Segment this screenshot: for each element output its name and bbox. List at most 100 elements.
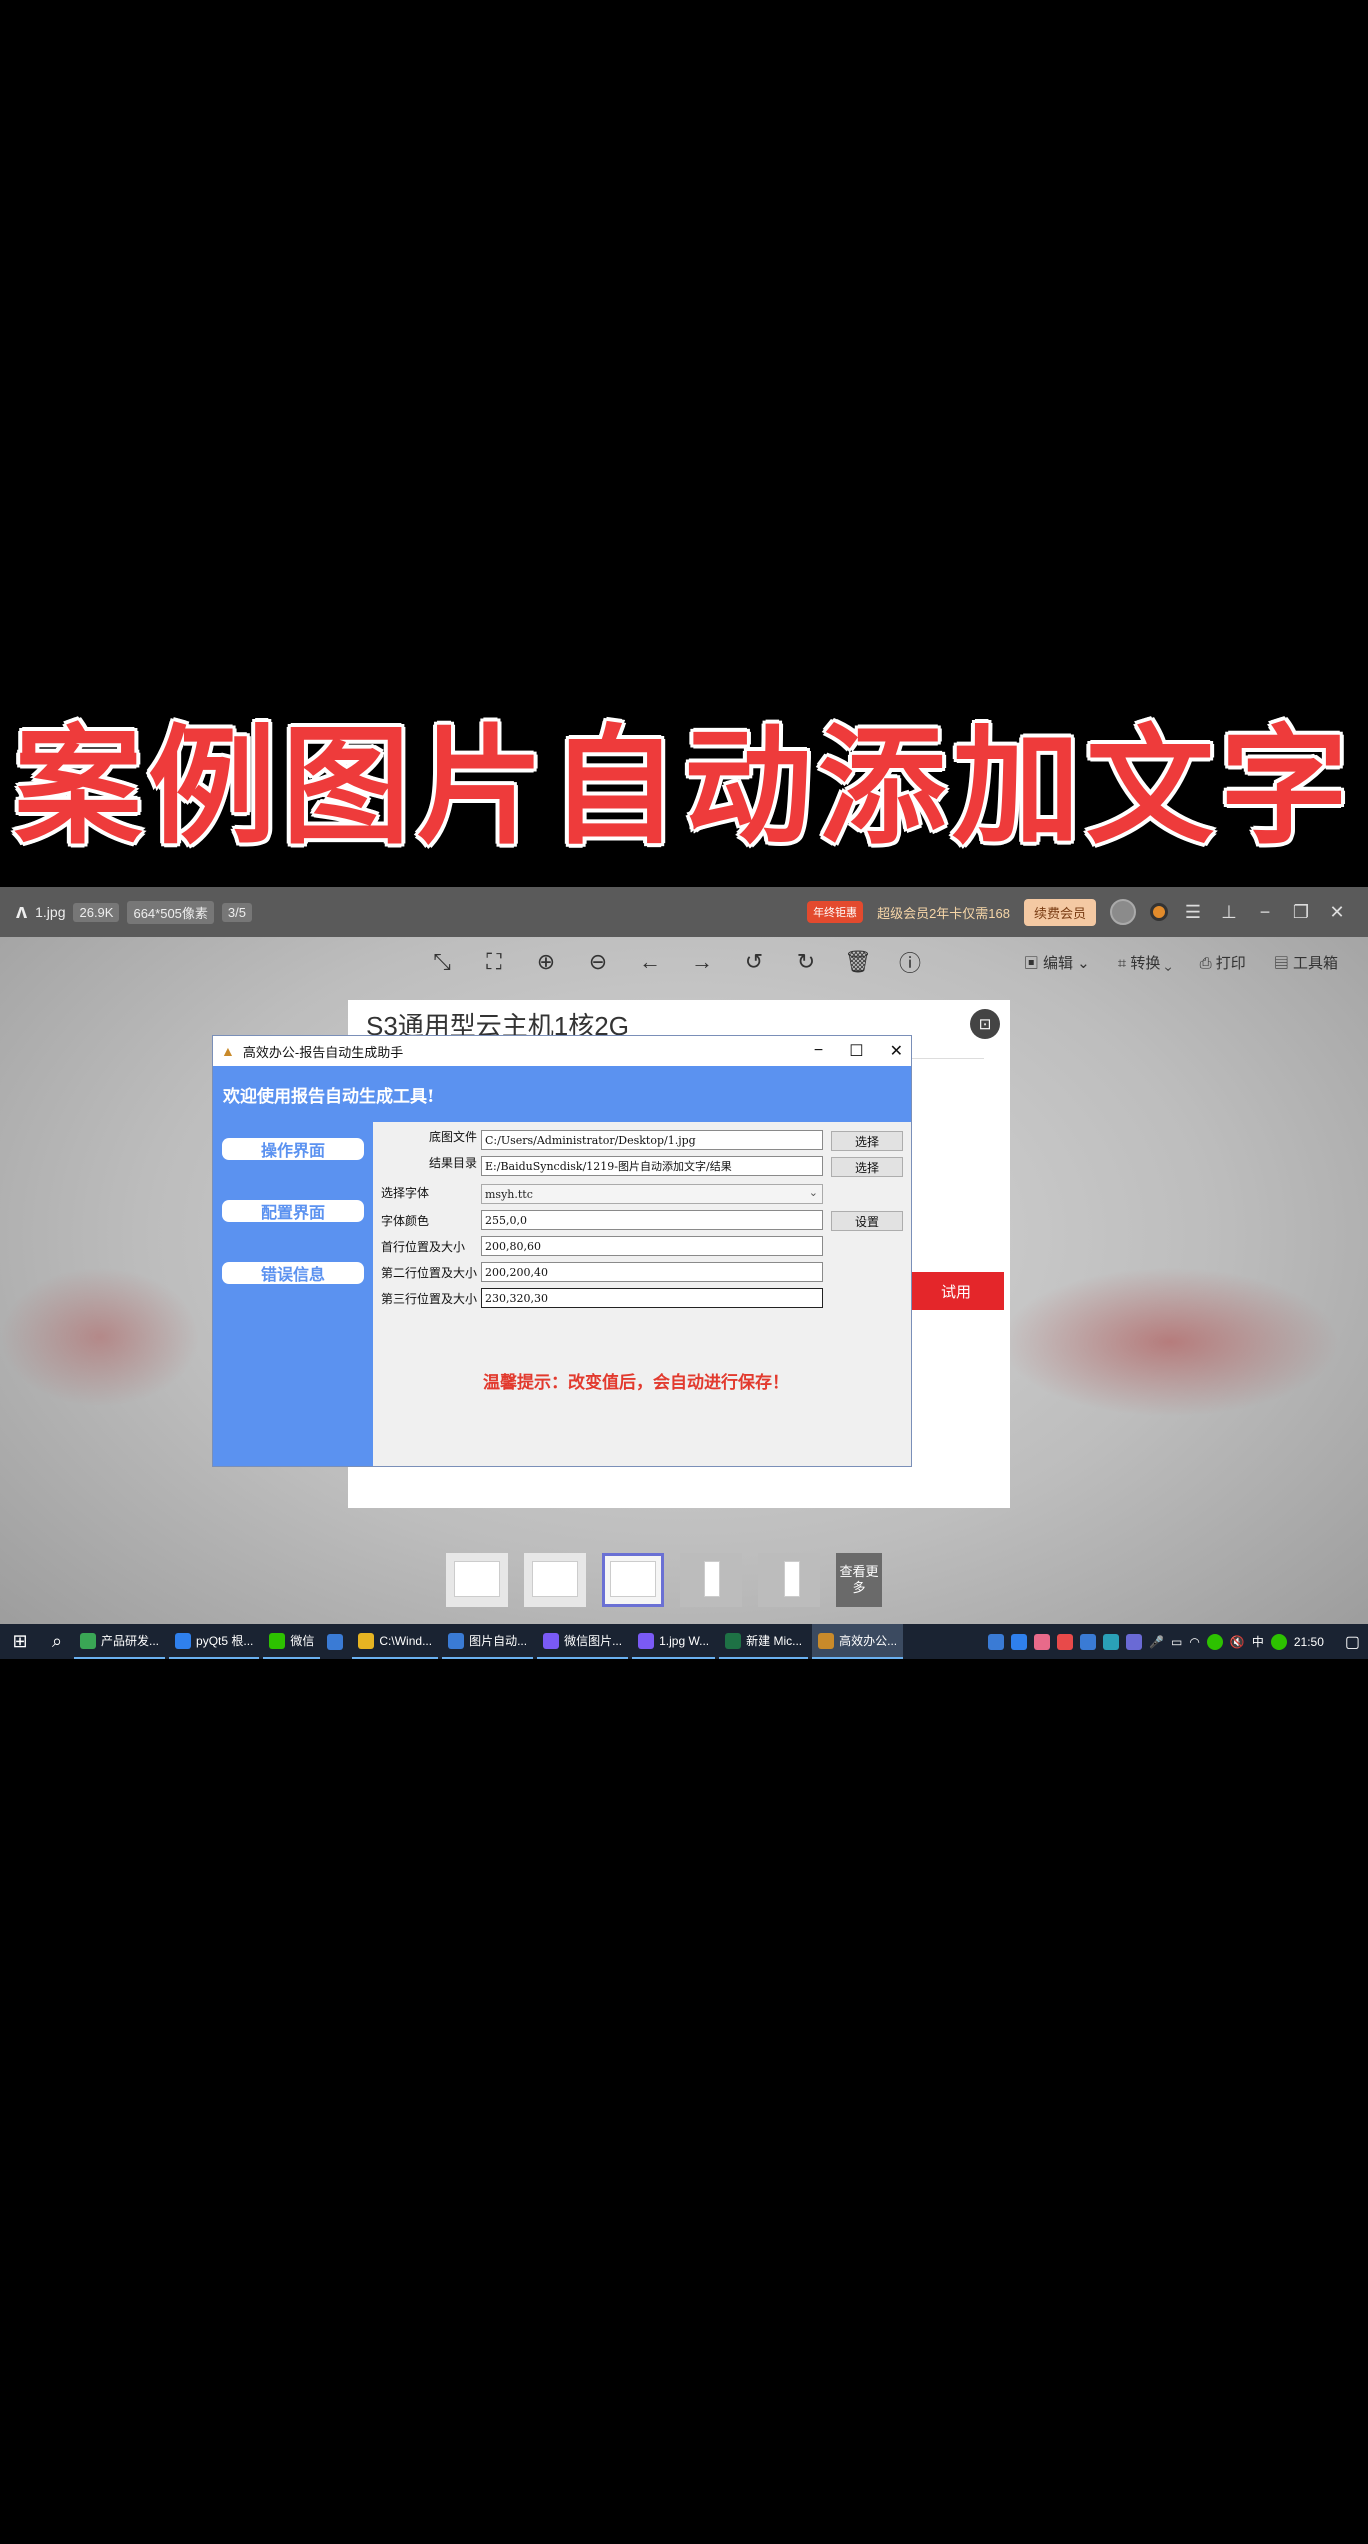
volume-icon[interactable]: 🔇 [1230, 1635, 1245, 1649]
taskbar-app-button[interactable]: 微信图片... [537, 1624, 629, 1659]
fit-window-icon[interactable]: ⛶ [480, 949, 508, 975]
renew-member-button[interactable]: 续费会员 [1023, 898, 1096, 926]
result-dir-field[interactable]: E:/BaiduSyncdisk/1219-图片自动添加文字/结果 [481, 1156, 823, 1176]
line3-field[interactable]: 230,320,30 [481, 1288, 823, 1308]
thumbnail[interactable] [680, 1553, 742, 1607]
search-icon[interactable]: ⌕ [40, 1631, 74, 1652]
toolbox-button[interactable]: ▤ 工具箱 [1274, 952, 1338, 973]
info-icon[interactable]: ⓘ [896, 946, 924, 978]
sidebar-item-errors[interactable]: 错误信息 [222, 1262, 364, 1284]
pin-icon[interactable]: ⊥ [1218, 902, 1240, 923]
thumbnail-selected[interactable] [602, 1553, 664, 1607]
taskbar-app-button[interactable]: 图片自动... [442, 1624, 534, 1659]
close-icon[interactable]: ✕ [1326, 902, 1348, 923]
app-minimize-icon[interactable]: − [814, 1042, 823, 1060]
view-more-button[interactable]: 查看更多 [836, 1553, 882, 1607]
operation-panel: 底图文件 C:/Users/Administrator/Desktop/1.jp… [373, 1122, 911, 1466]
font-color-label: 字体颜色 [381, 1214, 430, 1228]
vip-promo-text[interactable]: 超级会员2年卡仅需168 [877, 903, 1010, 922]
edit-menu[interactable]: ▣ 编辑 ⌄ [1024, 952, 1090, 973]
file-name: 1.jpg [35, 904, 66, 920]
convert-menu[interactable]: ⌗ 转换 ⌄ [1118, 952, 1172, 973]
thumbnail[interactable] [758, 1553, 820, 1607]
app-icon [175, 1632, 192, 1649]
wifi-icon[interactable]: ◠ [1189, 1635, 1199, 1649]
viewer-titlebar: ʌ 1.jpg 26.9K 664*505像素 3/5 年终钜惠 超级会员2年卡… [0, 887, 1368, 937]
taskbar-app-button[interactable]: 产品研发... [74, 1624, 166, 1659]
rotate-right-icon[interactable]: ↻ [792, 949, 820, 975]
font-select[interactable]: msyh.ttc ⌄ [481, 1184, 823, 1204]
notification-center-icon[interactable]: ▢ [1345, 1632, 1360, 1652]
zoom-in-icon[interactable]: ⊕ [532, 949, 560, 975]
line1-field[interactable]: 200,80,60 [481, 1236, 823, 1256]
windows-taskbar: ⊞ ⌕ 产品研发... pyQt5 根... 微信 C:\Wind... 图片自动...… [0, 1624, 1368, 1659]
file-size: 26.9K [73, 902, 120, 922]
pinned-app-icon[interactable] [324, 1624, 346, 1659]
rotate-left-icon[interactable]: ↺ [740, 949, 768, 975]
sidebar-item-config[interactable]: 配置界面 [222, 1200, 364, 1222]
next-icon[interactable]: → [688, 949, 716, 975]
font-color-field[interactable]: 255,0,0 [481, 1210, 823, 1230]
app-icon [725, 1632, 742, 1649]
base-image-select-button[interactable]: 选择 [831, 1131, 903, 1151]
scan-icon[interactable]: ⊡ [970, 1009, 1000, 1039]
restore-icon[interactable]: ❐ [1290, 902, 1312, 923]
base-image-field[interactable]: C:/Users/Administrator/Desktop/1.jpg [481, 1130, 823, 1150]
font-color-set-button[interactable]: 设置 [831, 1211, 903, 1231]
battery-icon[interactable]: ▭ [1171, 1635, 1182, 1649]
convert-label: 转换 [1130, 954, 1161, 972]
menu-icon[interactable]: ☰ [1182, 902, 1204, 923]
app-close-icon[interactable]: ✕ [890, 1041, 903, 1061]
print-button[interactable]: ⎙ 打印 [1200, 952, 1246, 973]
system-tray: 🎤 ▭ ◠ 🔇 中 21:50 ▢ [988, 1624, 1360, 1659]
tray-icon[interactable] [988, 1633, 1005, 1650]
line2-field[interactable]: 200,200,40 [481, 1262, 823, 1282]
tray-icon[interactable] [1011, 1633, 1028, 1650]
thumbnail[interactable] [446, 1553, 508, 1607]
tray-icon[interactable] [1034, 1633, 1051, 1650]
microphone-icon[interactable]: 🎤 [1149, 1635, 1164, 1649]
tray-icon[interactable] [1270, 1633, 1287, 1650]
app-maximize-icon[interactable]: ☐ [849, 1041, 863, 1061]
fullscreen-icon[interactable]: ⤡ [428, 949, 456, 975]
taskbar-app-button[interactable]: 新建 Mic... [719, 1624, 809, 1659]
thumbnail-image [704, 1561, 720, 1597]
thumbnail-strip: 查看更多 [446, 1553, 882, 1607]
sidebar-item-operation[interactable]: 操作界面 [222, 1138, 364, 1160]
avatar[interactable] [1110, 899, 1136, 925]
taskbar-app-label: 图片自动... [469, 1634, 528, 1648]
vip-promo-tag[interactable]: 年终钜惠 [807, 901, 864, 923]
delete-icon[interactable]: 🗑 [844, 949, 872, 975]
trial-button: 试用 [908, 1272, 1004, 1310]
start-icon[interactable]: ⊞ [0, 1631, 40, 1652]
tray-icon[interactable] [1057, 1633, 1074, 1650]
screen-recording: ʌ 1.jpg 26.9K 664*505像素 3/5 年终钜惠 超级会员2年卡… [0, 887, 1368, 1659]
taskbar-app-button[interactable]: 微信 [263, 1624, 321, 1659]
clock[interactable]: 21:50 [1294, 1635, 1324, 1649]
taskbar-app-button[interactable]: C:\Wind... [352, 1624, 439, 1659]
minimize-icon[interactable]: − [1254, 902, 1276, 923]
tray-icon[interactable] [1126, 1633, 1143, 1650]
wechat-tray-icon[interactable] [1206, 1633, 1223, 1650]
background-blur [1000, 1267, 1340, 1417]
previous-icon[interactable]: ← [636, 949, 664, 975]
tray-icon[interactable] [1080, 1633, 1097, 1650]
result-dir-label: 结果目录 [429, 1156, 478, 1170]
tray-icon[interactable] [1103, 1633, 1120, 1650]
ime-indicator[interactable]: 中 [1252, 1633, 1264, 1650]
app-icon [543, 1632, 560, 1649]
chevron-down-icon: ⌄ [808, 1186, 818, 1199]
line1-label: 首行位置及大小 [381, 1240, 466, 1254]
taskbar-app-button[interactable]: pyQt5 根... [169, 1624, 260, 1659]
result-dir-select-button[interactable]: 选择 [831, 1157, 903, 1177]
taskbar-app-label: 微信图片... [564, 1634, 623, 1648]
taskbar-app-button[interactable]: 高效办公... [812, 1624, 904, 1659]
zoom-out-icon[interactable]: ⊖ [584, 949, 612, 975]
video-caption: 案例图片自动添加文字 [13, 712, 1354, 862]
thumbnail-image [610, 1561, 656, 1597]
thumbnail[interactable] [524, 1553, 586, 1607]
font-label: 选择字体 [381, 1186, 430, 1200]
taskbar-app-button[interactable]: 1.jpg W... [632, 1624, 716, 1659]
taskbar-app-label: 微信 [290, 1634, 315, 1648]
notification-icon[interactable] [1150, 903, 1168, 921]
